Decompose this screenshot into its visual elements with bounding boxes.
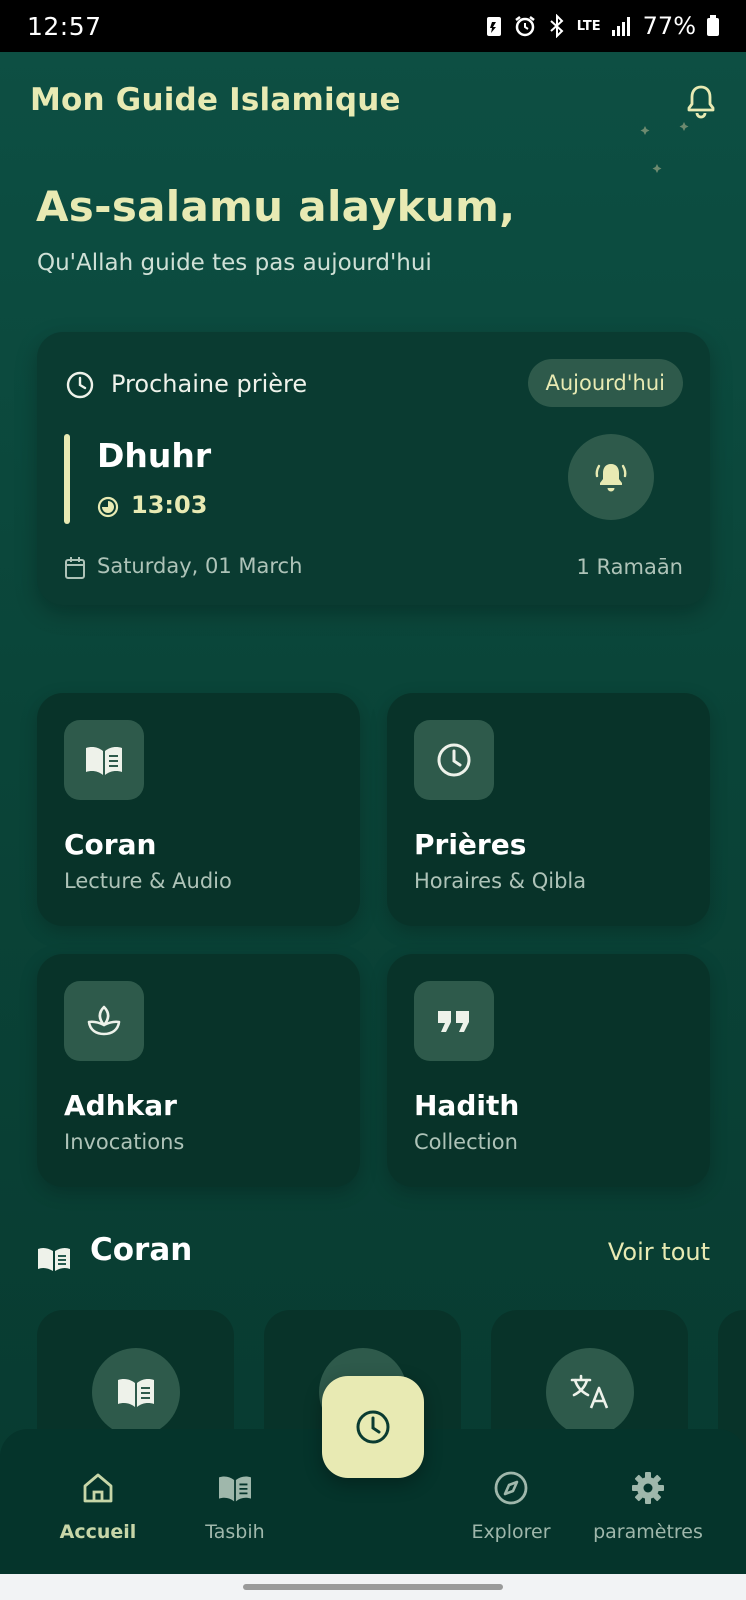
status-icons: LTE 77% [485, 12, 720, 40]
see-all-link[interactable]: Voir tout [608, 1238, 710, 1266]
tile-subtitle: Lecture & Audio [64, 869, 232, 893]
quran-card-icon-wrap [92, 1348, 180, 1436]
translate-icon [570, 1374, 609, 1409]
status-bar: 12:57 LTE 77% [0, 0, 746, 52]
clock-icon [356, 1410, 390, 1444]
tile-subtitle: Collection [414, 1130, 518, 1154]
nav-label: Tasbih [205, 1521, 265, 1543]
tile-title: Adhkar [64, 1089, 177, 1122]
today-badge[interactable]: Aujourd'hui [527, 359, 683, 407]
alarm-bell-icon [595, 464, 627, 492]
battery-icon [707, 15, 719, 36]
clock-icon [66, 371, 94, 399]
home-indicator[interactable] [243, 1584, 503, 1590]
next-prayer-card[interactable]: Prochaine prière Aujourd'hui Dhuhr 13:03… [37, 332, 710, 605]
tile-title: Prières [414, 828, 527, 861]
battery-percent: 77% [642, 12, 696, 40]
gear-icon [632, 1472, 664, 1504]
prayer-alarm-button[interactable] [568, 434, 654, 520]
tile-title: Coran [64, 828, 157, 861]
tile-prieres[interactable]: Prières Horaires & Qibla [387, 693, 710, 926]
home-icon [83, 1473, 113, 1503]
app-title: Mon Guide Islamique [30, 82, 401, 118]
tile-subtitle: Invocations [64, 1130, 185, 1154]
crescent-decoration-icon [640, 117, 689, 173]
book-open-icon [86, 747, 122, 775]
tile-adhkar[interactable]: Adhkar Invocations [37, 954, 360, 1187]
tile-icon-wrap [414, 981, 494, 1061]
greeting-subtitle: Qu'Allah guide tes pas aujourd'hui [37, 250, 432, 276]
nav-label: paramètres [593, 1521, 703, 1543]
prayer-time: 13:03 [131, 491, 208, 519]
battery-saver-icon [486, 17, 501, 36]
app-screen: Mon Guide Islamique As-salamu alaykum, Q… [0, 52, 746, 1574]
tile-icon-wrap [64, 720, 144, 800]
tile-icon-wrap [64, 981, 144, 1061]
accent-bar [64, 434, 70, 524]
book-icon [219, 1476, 251, 1502]
time-progress-icon [97, 496, 119, 518]
crescent-icon [536, 558, 546, 578]
gregorian-date: Saturday, 01 March [97, 554, 303, 578]
book-open-icon [118, 1379, 154, 1407]
tile-hadith[interactable]: Hadith Collection [387, 954, 710, 1187]
hijri-date: 1 Ramaān [576, 555, 683, 579]
compass-icon [494, 1471, 528, 1505]
signal-icon [611, 17, 630, 36]
clock-icon [437, 743, 471, 777]
lotus-icon [87, 1005, 121, 1036]
quote-icon [438, 1011, 469, 1032]
calendar-icon [65, 557, 85, 579]
nav-label: Explorer [471, 1521, 551, 1543]
tile-subtitle: Horaires & Qibla [414, 869, 587, 893]
book-open-icon [38, 1247, 70, 1271]
nav-tasbih[interactable]: Tasbih [165, 1469, 305, 1543]
status-time: 12:57 [27, 11, 102, 41]
nav-accueil[interactable]: Accueil [28, 1469, 168, 1543]
network-type: LTE [576, 18, 601, 34]
section-title: Coran [90, 1232, 193, 1268]
next-prayer-label: Prochaine prière [111, 370, 308, 398]
prayer-name: Dhuhr [97, 436, 212, 475]
nav-explorer[interactable]: Explorer [441, 1469, 581, 1543]
tile-title: Hadith [414, 1089, 520, 1122]
quran-card-icon-wrap [546, 1348, 634, 1436]
nav-parametres[interactable]: paramètres [578, 1469, 718, 1543]
prayer-times-fab[interactable] [322, 1376, 424, 1478]
bluetooth-icon [550, 14, 564, 38]
nav-label: Accueil [59, 1521, 137, 1543]
tile-coran[interactable]: Coran Lecture & Audio [37, 693, 360, 926]
greeting-title: As-salamu alaykum, [36, 182, 516, 231]
alarm-icon [515, 16, 535, 37]
tile-icon-wrap [414, 720, 494, 800]
